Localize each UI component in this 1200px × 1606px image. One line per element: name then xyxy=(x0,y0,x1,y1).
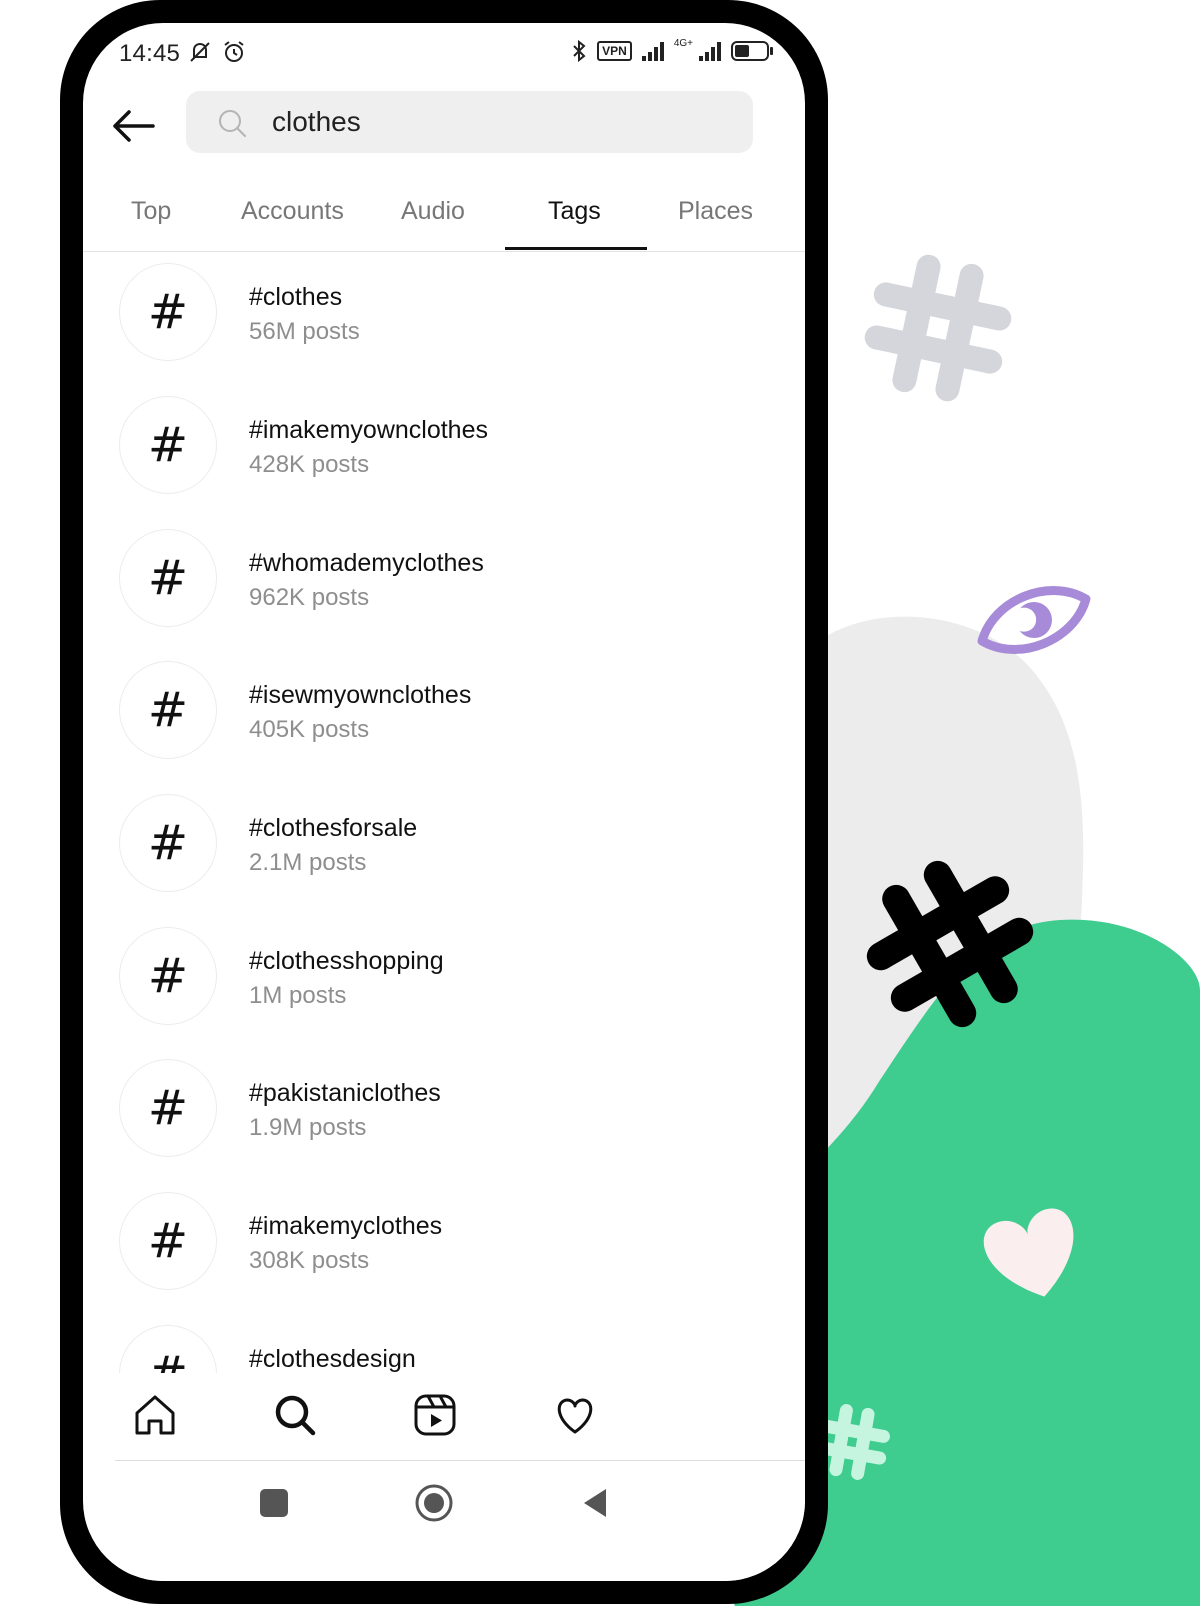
hashtag-icon: # xyxy=(119,1325,217,1373)
tab-top[interactable]: Top xyxy=(131,197,171,226)
tag-post-count: 405K posts xyxy=(249,716,370,743)
tag-results-list: # #clothes 56M posts # #imakemyownclothe… xyxy=(83,261,805,1373)
battery-icon xyxy=(731,41,773,61)
tag-name: #clothesshopping xyxy=(249,947,444,975)
search-tabs: Top Accounts Audio Tags Places xyxy=(83,191,805,252)
tag-name: #clothesdesign xyxy=(249,1345,416,1373)
tag-post-count: 1M posts xyxy=(249,982,347,1009)
status-time: 14:45 xyxy=(119,40,181,67)
home-button[interactable] xyxy=(412,1481,456,1525)
bottom-nav xyxy=(83,1373,805,1463)
back-arrow-icon[interactable] xyxy=(111,103,157,149)
hashtag-icon: # xyxy=(119,661,217,759)
active-tab-indicator xyxy=(505,247,647,250)
back-button[interactable] xyxy=(580,1487,612,1519)
search-icon[interactable] xyxy=(271,1391,319,1439)
phone-frame: 14:45 VPN 4G+ clothes Top Accounts Audio… xyxy=(60,0,828,1604)
search-query: clothes xyxy=(272,106,361,137)
tag-name: #imakemyclothes xyxy=(249,1212,443,1240)
hashtag-icon: # xyxy=(119,794,217,892)
hashtag-icon: # xyxy=(119,396,217,494)
system-navigation-bar xyxy=(115,1460,805,1581)
recents-button[interactable] xyxy=(260,1489,288,1517)
hashtag-icon: # xyxy=(119,263,217,361)
tab-tags[interactable]: Tags xyxy=(548,197,601,226)
mute-icon xyxy=(190,42,210,62)
vpn-icon: VPN xyxy=(597,41,632,61)
list-item[interactable]: # #clothesforsale 2.1M posts xyxy=(83,794,805,927)
list-item[interactable]: # #imakemyownclothes 428K posts xyxy=(83,396,805,529)
tab-places[interactable]: Places xyxy=(678,197,753,226)
hashtag-icon: # xyxy=(119,1192,217,1290)
tag-name: #imakemyownclothes xyxy=(249,416,488,444)
gray-hashtag-icon xyxy=(864,254,1012,402)
tag-name: #clothesforsale xyxy=(249,814,418,842)
signal-icon xyxy=(641,41,664,61)
tag-name: #isewmyownclothes xyxy=(249,681,472,709)
search-icon xyxy=(219,110,246,137)
search-input[interactable]: clothes xyxy=(186,91,753,153)
tag-post-count: 308K posts xyxy=(249,1247,370,1274)
list-item[interactable]: # #imakemyclothes 308K posts xyxy=(83,1192,805,1325)
hashtag-icon: # xyxy=(119,529,217,627)
list-item[interactable]: # #clothes 56M posts xyxy=(83,263,805,396)
phone-screen: 14:45 VPN 4G+ clothes Top Accounts Audio… xyxy=(83,23,805,1581)
tag-post-count: 428K posts xyxy=(249,451,370,478)
list-item[interactable]: # #isewmyownclothes 405K posts xyxy=(83,661,805,794)
alarm-icon xyxy=(224,41,244,62)
network-type-label: 4G+ xyxy=(673,38,693,49)
heart-icon[interactable] xyxy=(551,1391,599,1439)
reels-icon[interactable] xyxy=(411,1391,459,1439)
tab-audio[interactable]: Audio xyxy=(401,197,465,226)
hashtag-icon: # xyxy=(119,927,217,1025)
status-bar: 14:45 VPN 4G+ xyxy=(83,23,805,83)
signal-4g-icon xyxy=(699,41,721,61)
home-icon[interactable] xyxy=(131,1391,179,1439)
list-item[interactable]: # #clothesshopping 1M posts xyxy=(83,927,805,1060)
list-item[interactable]: # #whomademyclothes 962K posts xyxy=(83,529,805,662)
tag-name: #pakistaniclothes xyxy=(249,1079,441,1107)
list-item[interactable]: # #pakistaniclothes 1.9M posts xyxy=(83,1059,805,1192)
hashtag-icon: # xyxy=(119,1059,217,1157)
tag-name: #clothes xyxy=(249,283,343,311)
tag-post-count: 56M posts xyxy=(249,318,360,345)
tag-name: #whomademyclothes xyxy=(249,549,484,577)
bluetooth-icon xyxy=(573,39,586,63)
tag-post-count: 1.9M posts xyxy=(249,1114,367,1141)
tag-post-count: 962K posts xyxy=(249,584,370,611)
tab-accounts[interactable]: Accounts xyxy=(241,197,344,226)
list-item[interactable]: # #clothesdesign xyxy=(83,1325,805,1373)
tag-post-count: 2.1M posts xyxy=(249,849,367,876)
